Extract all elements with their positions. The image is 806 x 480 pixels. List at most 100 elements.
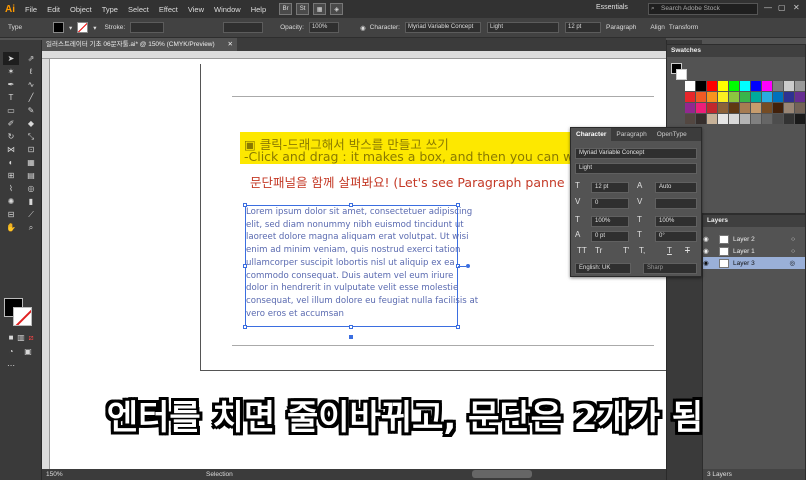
all-caps-button[interactable]: TT bbox=[577, 246, 587, 255]
stock-button[interactable]: St bbox=[296, 3, 310, 15]
visibility-eye-icon[interactable]: ◉ bbox=[703, 247, 711, 255]
color-swatch[interactable] bbox=[729, 81, 739, 91]
artboard-tool-icon[interactable]: ⊟ bbox=[3, 208, 19, 221]
color-swatch[interactable] bbox=[707, 114, 717, 124]
free-transform-tool-icon[interactable]: ⊡ bbox=[23, 143, 39, 156]
color-swatch[interactable] bbox=[685, 92, 695, 102]
paragraph-label[interactable]: Paragraph bbox=[606, 24, 636, 31]
font-family-field[interactable]: Myriad Variable Concept bbox=[405, 22, 481, 33]
color-swatch[interactable] bbox=[751, 103, 761, 113]
menu-help[interactable]: Help bbox=[246, 5, 271, 14]
color-swatch[interactable] bbox=[784, 92, 794, 102]
menu-file[interactable]: File bbox=[20, 5, 42, 14]
transform-label[interactable]: Transform bbox=[669, 24, 698, 31]
color-swatch[interactable] bbox=[784, 114, 794, 124]
slice-tool-icon[interactable]: ⟋ bbox=[23, 208, 39, 221]
color-swatch[interactable] bbox=[696, 81, 706, 91]
tab-character[interactable]: Character bbox=[571, 128, 612, 141]
color-swatch[interactable] bbox=[718, 103, 728, 113]
cp-vertical-scale[interactable]: 100% bbox=[591, 216, 629, 227]
opacity-field[interactable]: 100% bbox=[308, 22, 339, 33]
tab-paragraph[interactable]: Paragraph bbox=[611, 128, 651, 141]
menu-object[interactable]: Object bbox=[65, 5, 97, 14]
frame-handle[interactable] bbox=[349, 325, 353, 329]
direct-selection-tool-icon[interactable]: ⇗ bbox=[23, 52, 39, 65]
color-swatch[interactable] bbox=[751, 92, 761, 102]
type-tool-icon[interactable]: T bbox=[3, 91, 19, 104]
color-swatch[interactable] bbox=[762, 81, 772, 91]
color-swatch[interactable] bbox=[718, 92, 728, 102]
in-port-handle[interactable] bbox=[349, 335, 353, 339]
stroke-weight-field[interactable] bbox=[130, 22, 165, 33]
layer-row[interactable]: ◉ Layer 1 ○ bbox=[703, 245, 805, 257]
color-swatch[interactable] bbox=[707, 92, 717, 102]
superscript-button[interactable]: T' bbox=[623, 246, 629, 255]
align-label[interactable]: Align bbox=[650, 24, 664, 31]
width-tool-icon[interactable]: ⋈ bbox=[3, 143, 19, 156]
character-label[interactable]: Character: bbox=[370, 24, 400, 31]
rectangle-tool-icon[interactable]: ▭ bbox=[3, 104, 19, 117]
menu-edit[interactable]: Edit bbox=[42, 5, 65, 14]
color-swatch[interactable] bbox=[773, 114, 783, 124]
color-swatch[interactable] bbox=[751, 114, 761, 124]
stroke-swatch[interactable] bbox=[77, 22, 89, 33]
color-swatch[interactable] bbox=[773, 103, 783, 113]
zoom-level[interactable]: 150% bbox=[46, 471, 63, 478]
color-swatch[interactable] bbox=[762, 114, 772, 124]
color-swatch[interactable] bbox=[718, 114, 728, 124]
eyedropper-tool-icon[interactable]: ⌇ bbox=[3, 182, 19, 195]
color-swatch[interactable] bbox=[740, 103, 750, 113]
cp-font-style[interactable]: Light bbox=[575, 163, 697, 174]
cp-font-family[interactable]: Myriad Variable Concept bbox=[575, 148, 697, 159]
color-swatch[interactable] bbox=[696, 103, 706, 113]
subscript-button[interactable]: T, bbox=[639, 246, 645, 255]
menu-view[interactable]: View bbox=[183, 5, 209, 14]
recolor-icon[interactable]: ◉ bbox=[360, 24, 366, 32]
body-paragraph[interactable]: Lorem ipsum dolor sit amet, consectetuer… bbox=[246, 206, 478, 320]
strikethrough-button[interactable]: T bbox=[685, 246, 690, 255]
brush-field[interactable] bbox=[223, 22, 264, 33]
small-caps-button[interactable]: Tr bbox=[595, 246, 602, 255]
color-swatch[interactable] bbox=[773, 92, 783, 102]
swatches-tab[interactable]: Swatches bbox=[667, 45, 805, 57]
blend-tool-icon[interactable]: ◎ bbox=[23, 182, 39, 195]
cp-rotation[interactable]: 0° bbox=[655, 231, 697, 242]
color-swatch[interactable] bbox=[795, 92, 805, 102]
color-swatch[interactable] bbox=[740, 92, 750, 102]
color-swatch[interactable] bbox=[729, 92, 739, 102]
color-swatch[interactable] bbox=[795, 81, 805, 91]
pen-tool-icon[interactable]: ✒ bbox=[3, 78, 19, 91]
zoom-tool-icon[interactable]: ⌕ bbox=[23, 221, 39, 234]
color-swatch[interactable] bbox=[729, 103, 739, 113]
cp-language[interactable]: English: UK bbox=[575, 263, 631, 274]
color-swatch[interactable] bbox=[696, 114, 706, 124]
shaper-tool-icon[interactable]: ✐ bbox=[3, 117, 19, 130]
color-swatch[interactable] bbox=[773, 81, 783, 91]
color-swatch[interactable] bbox=[718, 81, 728, 91]
shape-builder-tool-icon[interactable]: ◐ bbox=[3, 156, 19, 169]
perspective-grid-tool-icon[interactable]: ▦ bbox=[23, 156, 39, 169]
cp-font-size[interactable]: 12 pt bbox=[591, 182, 629, 193]
color-swatch[interactable] bbox=[696, 92, 706, 102]
paintbrush-tool-icon[interactable]: ✎ bbox=[23, 104, 39, 117]
visibility-eye-icon[interactable]: ◉ bbox=[703, 259, 711, 267]
color-swatch[interactable] bbox=[729, 114, 739, 124]
color-swatch[interactable] bbox=[795, 103, 805, 113]
swatch-stroke-preview[interactable] bbox=[676, 69, 687, 80]
menu-window[interactable]: Window bbox=[209, 5, 246, 14]
target-circle-icon[interactable]: ◎ bbox=[789, 259, 795, 267]
menu-type[interactable]: Type bbox=[97, 5, 123, 14]
edit-toolbar-icon[interactable]: ⋯ bbox=[3, 359, 19, 372]
underline-button[interactable]: T bbox=[667, 246, 672, 255]
document-tab[interactable]: 일러스트레이터 기초 06문자툴.ai* @ 150% (CMYK/Previe… bbox=[42, 38, 237, 51]
stock-search-input[interactable]: ⌕ Search Adobe Stock bbox=[648, 3, 758, 15]
draw-mode-icon[interactable]: ◔ bbox=[3, 345, 19, 358]
cp-horizontal-scale[interactable]: 100% bbox=[655, 216, 697, 227]
chevron-down-icon[interactable]: ▾ bbox=[69, 24, 72, 32]
gradient-tool-icon[interactable]: ▤ bbox=[23, 169, 39, 182]
cp-kerning[interactable]: 0 bbox=[591, 198, 629, 209]
color-swatch[interactable] bbox=[795, 114, 805, 124]
eraser-tool-icon[interactable]: ◆ bbox=[23, 117, 39, 130]
rotate-tool-icon[interactable]: ↻ bbox=[3, 130, 19, 143]
bridge-button[interactable]: Br bbox=[279, 3, 293, 15]
